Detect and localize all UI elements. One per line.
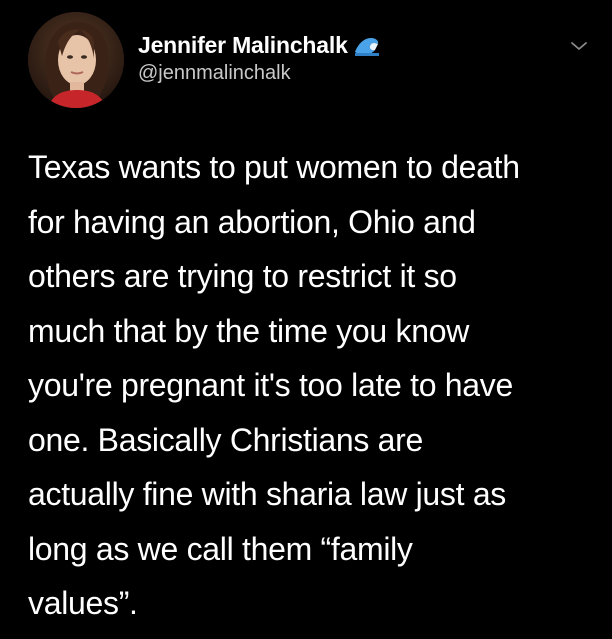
tweet-text: Texas wants to put women to death for ha… <box>28 149 520 621</box>
water-wave-icon <box>354 34 380 56</box>
avatar-image <box>28 12 124 108</box>
chevron-down-icon[interactable] <box>568 38 590 54</box>
author-handle[interactable]: @jennmalinchalk <box>138 62 291 85</box>
tweet-card: Jennifer Malinchalk @jennmalinchalk Texa… <box>0 0 612 639</box>
tweet-header: Jennifer Malinchalk @jennmalinchalk <box>28 12 598 112</box>
author-name-row[interactable]: Jennifer Malinchalk <box>138 30 380 60</box>
avatar[interactable] <box>28 12 124 108</box>
author-display-name[interactable]: Jennifer Malinchalk <box>138 32 348 59</box>
